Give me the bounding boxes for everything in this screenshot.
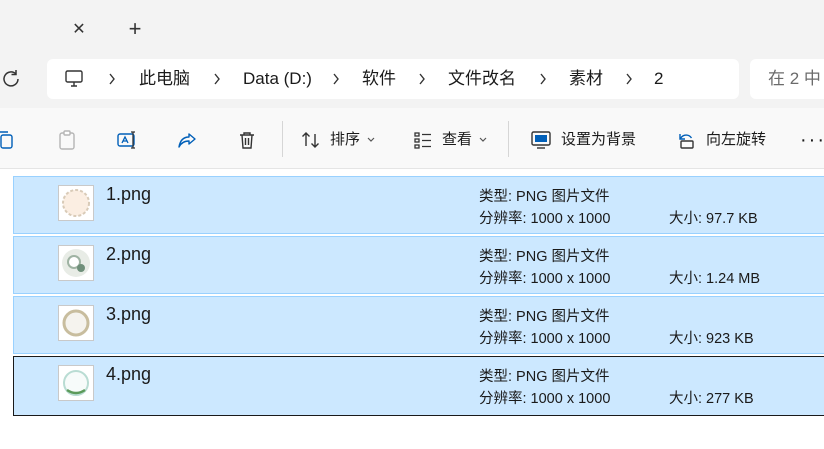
close-icon: ✕	[72, 21, 86, 38]
file-thumbnail	[58, 185, 94, 221]
breadcrumb-data-drive[interactable]: Data (D:)	[243, 68, 312, 90]
tab-strip: ✕ +	[0, 0, 824, 50]
file-resolution: 分辨率: 1000 x 1000	[479, 331, 611, 347]
more-options-icon[interactable]: ···	[800, 128, 824, 152]
view-icon[interactable]	[412, 129, 434, 151]
chevron-right-icon[interactable]	[331, 71, 341, 87]
file-name[interactable]: 2.png	[106, 243, 151, 265]
copy-icon[interactable]	[0, 129, 16, 151]
command-separator	[508, 121, 509, 157]
file-type: 类型: PNG 图片文件	[479, 249, 610, 265]
sort-icon[interactable]	[300, 129, 322, 151]
file-size: 大小: 923 KB	[669, 331, 754, 347]
plus-icon: +	[128, 16, 142, 41]
file-type: 类型: PNG 图片文件	[479, 189, 610, 205]
chevron-right-icon[interactable]	[417, 71, 427, 87]
breadcrumb-file-rename[interactable]: 文件改名	[448, 68, 516, 90]
rename-icon[interactable]	[116, 129, 138, 151]
tab-close-button[interactable]: ✕	[67, 17, 91, 41]
file-row[interactable]: 2.png 类型: PNG 图片文件 分辨率: 1000 x 1000 大小: …	[13, 236, 824, 294]
file-resolution: 分辨率: 1000 x 1000	[479, 391, 611, 407]
file-name[interactable]: 4.png	[106, 363, 151, 385]
file-thumbnail	[58, 305, 94, 341]
chevron-down-icon[interactable]	[479, 137, 487, 143]
breadcrumb-materials[interactable]: 素材	[569, 68, 603, 90]
sort-button[interactable]: 排序	[330, 131, 360, 149]
computer-icon[interactable]	[63, 68, 85, 90]
file-size: 大小: 1.24 MB	[669, 271, 761, 287]
file-resolution: 分辨率: 1000 x 1000	[479, 271, 611, 287]
breadcrumb-software[interactable]: 软件	[362, 68, 396, 90]
refresh-icon[interactable]	[0, 68, 22, 90]
chevron-right-icon[interactable]	[107, 71, 117, 87]
file-row[interactable]: 4.png 类型: PNG 图片文件 分辨率: 1000 x 1000 大小: …	[13, 356, 824, 416]
file-thumbnail	[58, 365, 94, 401]
new-tab-button[interactable]: +	[123, 16, 147, 41]
file-resolution: 分辨率: 1000 x 1000	[479, 211, 611, 227]
file-name[interactable]: 3.png	[106, 303, 151, 325]
file-size: 大小: 277 KB	[669, 391, 754, 407]
chevron-right-icon[interactable]	[212, 71, 222, 87]
file-type: 类型: PNG 图片文件	[479, 369, 610, 385]
desktop-background-icon[interactable]	[530, 129, 552, 151]
delete-icon[interactable]	[236, 129, 258, 151]
file-row[interactable]: 1.png 类型: PNG 图片文件 分辨率: 1000 x 1000 大小: …	[13, 176, 824, 234]
file-row[interactable]: 3.png 类型: PNG 图片文件 分辨率: 1000 x 1000 大小: …	[13, 296, 824, 354]
file-name[interactable]: 1.png	[106, 183, 151, 205]
rotate-left-button[interactable]: 向左旋转	[706, 131, 766, 149]
chevron-right-icon[interactable]	[538, 71, 548, 87]
view-button[interactable]: 查看	[442, 131, 472, 149]
breadcrumb-this-pc[interactable]: 此电脑	[139, 68, 190, 90]
breadcrumb-folder-2[interactable]: 2	[654, 68, 663, 90]
command-separator	[282, 121, 283, 157]
file-thumbnail	[58, 245, 94, 281]
chevron-down-icon[interactable]	[367, 137, 375, 143]
search-input[interactable]: 在 2 中	[768, 68, 821, 90]
file-type: 类型: PNG 图片文件	[479, 309, 610, 325]
share-icon[interactable]	[176, 129, 198, 151]
chevron-right-icon[interactable]	[624, 71, 634, 87]
rotate-left-icon[interactable]	[675, 129, 697, 151]
set-as-background-button[interactable]: 设置为背景	[561, 131, 636, 149]
paste-icon[interactable]	[56, 129, 78, 151]
file-size: 大小: 97.7 KB	[669, 211, 758, 227]
